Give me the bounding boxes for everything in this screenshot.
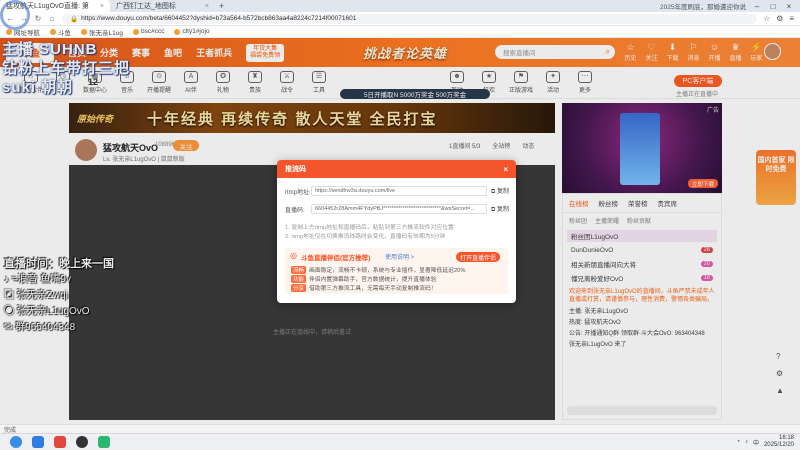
extensions-icon[interactable]: ⚙ [776, 14, 783, 23]
bookmark-icon [50, 28, 56, 35]
companion-icon: ◎ [290, 251, 297, 260]
browser-promo-text[interactable]: 2025年度刷底，那婚遭迎你说 [660, 1, 746, 11]
browser-app-icon[interactable] [32, 436, 44, 448]
bookmark-icon [174, 28, 181, 35]
copy-icon: ⧉ [491, 189, 496, 195]
promo-point: 流畅 画面稳定，流畅不卡顿，系统与专业插件，显著降低延迟20% [291, 265, 466, 274]
tab-title: 广西钉工达_地图标 [116, 3, 176, 10]
close-icon[interactable]: × [205, 3, 209, 10]
companion-title: 斗鱼直播伴侣(官方推荐) [301, 255, 371, 262]
modal-header: 推流码 × [277, 160, 516, 178]
lock-icon: 🔒 [70, 15, 79, 23]
close-icon[interactable]: × [503, 165, 508, 174]
bookmark-icon [81, 28, 87, 35]
rtmp-label: rtmp地址: [285, 189, 311, 196]
record-app-icon[interactable] [76, 436, 88, 448]
close-icon[interactable]: × [100, 3, 104, 10]
bookmarks-bar: 网址导航 斗鱼 张无亲L1ug bsc#ccc clty1#jojo [0, 26, 800, 38]
star-icon[interactable]: ☆ [763, 14, 770, 23]
address-bar: ← → ↻ ⌂ 🔒 https://www.douyu.com/beta/660… [0, 12, 800, 26]
network-icon[interactable]: ◔ [736, 439, 740, 445]
volume-icon[interactable]: ♪ [745, 439, 748, 445]
rtmp-field[interactable]: https://sendfrw3a.douyu.com/live [311, 186, 487, 196]
companion-promo: ◎ 斗鱼直播伴侣(官方推荐) 使用说明 > 打开直播伴侣 流畅 画面稳定，流畅不卡… [285, 248, 508, 294]
code-row: 直播码: 6604452r28Amm4FYdyPBJ**************… [285, 204, 509, 214]
copy-code-button[interactable]: ⧉ 复制 [491, 204, 509, 214]
url-field[interactable]: 🔒 https://www.douyu.com/beta/6604452?dys… [62, 13, 757, 24]
new-tab-button[interactable]: + [215, 1, 228, 11]
obs-app-icon[interactable] [54, 436, 66, 448]
maximize-icon[interactable]: □ [768, 2, 778, 11]
copy-icon: ⧉ [491, 207, 496, 213]
rtmp-row: rtmp地址: https://sendfrw3a.douyu.com/live… [285, 186, 509, 196]
promo-point: 功能 伴侣内置弹幕助手，官方数据统计，提升直播体验 [291, 274, 437, 283]
browser-status-bar: 完成 [0, 424, 800, 434]
home-icon[interactable]: ⌂ [48, 14, 56, 23]
bookmark-item[interactable]: 张无亲L1ug [81, 27, 123, 37]
bookmark-item[interactable]: 斗鱼 [50, 27, 71, 37]
modal-title: 推流码 [285, 166, 306, 173]
open-companion-button[interactable]: 打开直播伴侣 [456, 252, 500, 262]
usage-link[interactable]: 使用说明 > [385, 252, 414, 261]
taskbar: ◔ ♪ 中 16:18 2025/12/20 [0, 433, 800, 450]
close-window-icon[interactable]: × [784, 2, 794, 11]
stream-code-field[interactable]: 6604452r28Amm4FYdyPBJ*******************… [311, 204, 487, 214]
minimize-icon[interactable]: – [752, 2, 762, 11]
promo-point: 分享 借助第三方推流工具，无需每天手动复制推流码！ [291, 283, 437, 292]
bookmark-icon [132, 28, 139, 35]
refresh-icon[interactable]: ↻ [34, 14, 42, 23]
menu-icon[interactable]: ≡ [789, 14, 794, 23]
start-icon[interactable] [10, 436, 22, 448]
copy-rtmp-button[interactable]: ⧉ 复制 [491, 186, 509, 196]
code-label: 直播码: [285, 207, 305, 214]
system-tray: ◔ ♪ 中 16:18 2025/12/20 [736, 435, 800, 449]
clock[interactable]: 16:18 2025/12/20 [764, 435, 794, 449]
browser-tab[interactable]: 广西钉工达_地图标 × [110, 0, 215, 12]
url-text: https://www.douyu.com/beta/6604452?dyshi… [81, 15, 357, 22]
modal-tips: 1. 复制上方rtmp地址和直播码后，粘贴到第三方推流软件对应位置 2. rtm… [285, 225, 454, 240]
watermark-logo [0, 0, 30, 30]
bookmark-item[interactable]: bsc#ccc [132, 28, 164, 35]
bookmark-item[interactable]: clty1#jojo [174, 28, 210, 35]
chat-app-icon[interactable] [98, 436, 110, 448]
browser-tab-bar: 猛攻航天L1ugOvO直播: 第 × 广西钉工达_地图标 × + 2025年度刷… [0, 0, 800, 12]
ime-indicator[interactable]: 中 [753, 438, 759, 447]
stream-key-modal: 推流码 × rtmp地址: https://sendfrw3a.douyu.co… [277, 160, 516, 303]
